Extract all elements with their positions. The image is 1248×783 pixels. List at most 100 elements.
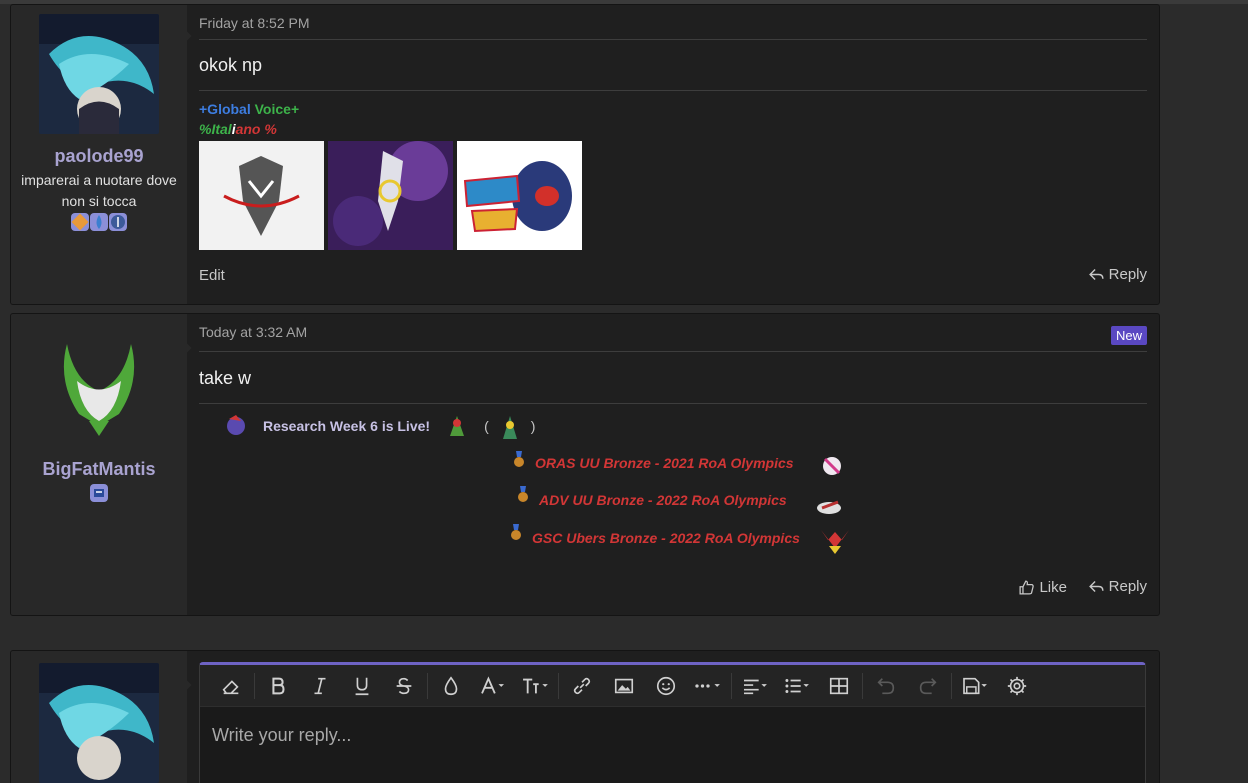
research-link[interactable]: Research Week 6 is Live! — [263, 418, 430, 434]
reply-label: Reply — [1108, 578, 1147, 595]
edit-link[interactable]: Edit — [199, 267, 225, 284]
user-column: paolode99 imparerai a nuotare dove non s… — [11, 5, 192, 304]
reply-input[interactable]: Write your reply... — [212, 725, 351, 746]
bold-button[interactable] — [257, 665, 299, 707]
droplet-icon — [444, 675, 458, 695]
global-label: +Global — [199, 101, 251, 117]
like-button[interactable]: Like — [1018, 579, 1067, 596]
signature-divider — [199, 403, 1147, 404]
toolbar-separator — [254, 672, 255, 699]
redo-button[interactable] — [907, 665, 949, 707]
toolbar-separator — [427, 672, 428, 699]
reply-button[interactable]: Reply — [1088, 266, 1147, 283]
badge-icon — [90, 484, 108, 502]
font-icon — [481, 675, 504, 694]
align-button[interactable] — [734, 665, 776, 707]
settings-button[interactable] — [996, 665, 1038, 707]
smiley-icon — [656, 676, 676, 695]
align-left-icon — [744, 679, 767, 694]
gear-icon — [1007, 676, 1027, 695]
signature-research: Research Week 6 is Live! ( ) — [221, 411, 535, 441]
underline-icon — [355, 677, 369, 695]
user-column: BigFatMantis — [11, 314, 192, 615]
reply-icon — [1088, 269, 1104, 280]
list-icon — [785, 678, 809, 693]
signature-image-judgment — [328, 141, 453, 250]
username[interactable]: BigFatMantis — [11, 459, 187, 480]
medal-icon — [514, 451, 524, 467]
medal-icon — [511, 524, 521, 540]
toolbar-separator — [731, 672, 732, 699]
post-timestamp[interactable]: Today at 3:32 AM — [199, 324, 307, 340]
reply-editor: Write your reply... — [199, 662, 1146, 783]
list-button[interactable] — [776, 665, 818, 707]
signature-image-filo-gang — [457, 141, 582, 250]
post-body: okok np — [199, 55, 263, 75]
pokemon-sprite-icon — [502, 416, 517, 439]
avatar — [39, 663, 159, 783]
paren-close: ) — [530, 418, 536, 434]
strikethrough-button[interactable] — [383, 665, 425, 707]
avatar[interactable] — [39, 326, 159, 446]
new-badge: New — [1110, 326, 1147, 345]
undo-icon — [877, 677, 895, 694]
post-arrow — [174, 27, 192, 45]
pokemon-sprite-icon — [823, 457, 841, 475]
award-text: ADV UU Bronze - 2022 RoA Olympics — [539, 492, 787, 508]
underline-button[interactable] — [341, 665, 383, 707]
pokemon-sprite-icon — [821, 530, 849, 554]
ano-label: ano % — [235, 121, 277, 137]
redo-icon — [919, 677, 937, 694]
post-body: take w — [199, 368, 252, 388]
signature-images — [199, 141, 582, 250]
user-badges — [11, 484, 187, 502]
post-arrow — [174, 676, 192, 694]
post-timestamp[interactable]: Friday at 8:52 PM — [199, 15, 310, 31]
divider — [199, 39, 1147, 40]
shield-icon — [109, 213, 127, 231]
font-family-button[interactable] — [472, 665, 514, 707]
table-icon — [829, 677, 849, 694]
font-size-button[interactable] — [514, 665, 556, 707]
post-bigfatmantis: BigFatMantis Today at 3:32 AM New take w… — [10, 313, 1160, 616]
clear-formatting-button[interactable] — [210, 665, 252, 707]
undo-button[interactable] — [865, 665, 907, 707]
badge-icon — [71, 213, 89, 231]
signature-image-samurai — [199, 141, 324, 250]
more-options-button[interactable] — [687, 665, 729, 707]
save-icon — [963, 677, 987, 694]
insert-smilie-button[interactable] — [645, 665, 687, 707]
strikethrough-icon — [396, 677, 412, 694]
award-text: ORAS UU Bronze - 2021 RoA Olympics — [535, 455, 794, 471]
reply-label: Reply — [1108, 266, 1147, 283]
post-paolode99: paolode99 imparerai a nuotare dove non s… — [10, 4, 1160, 305]
italic-button[interactable] — [299, 665, 341, 707]
user-title: imparerai a nuotare dove non si tocca — [21, 172, 177, 209]
user-badges — [11, 213, 187, 231]
ital-label: %Ital — [199, 121, 232, 137]
drafts-button[interactable] — [954, 665, 996, 707]
pokemon-sprite-icon — [817, 500, 841, 514]
pokemon-sprite-icon — [450, 416, 465, 436]
signature-divider — [199, 90, 1147, 91]
bold-icon — [272, 677, 285, 694]
insert-image-button[interactable] — [603, 665, 645, 707]
link-icon — [573, 677, 591, 694]
insert-link-button[interactable] — [561, 665, 603, 707]
paren-open: ( — [484, 418, 489, 434]
reply-button[interactable]: Reply — [1088, 578, 1147, 595]
toolbar-separator — [862, 672, 863, 699]
ellipsis-icon — [695, 683, 720, 688]
toolbar-separator — [558, 672, 559, 699]
editor-toolbar — [200, 665, 1145, 707]
like-label: Like — [1039, 579, 1067, 596]
text-color-button[interactable] — [430, 665, 472, 707]
award-text: GSC Ubers Bronze - 2022 RoA Olympics — [532, 530, 800, 546]
insert-table-button[interactable] — [818, 665, 860, 707]
image-icon — [614, 678, 634, 693]
thumbs-up-icon — [1019, 580, 1035, 595]
pokemon-sprite-icon — [227, 415, 245, 435]
avatar[interactable] — [39, 14, 159, 134]
voice-label: Voice+ — [254, 101, 300, 117]
username[interactable]: paolode99 — [11, 146, 187, 167]
